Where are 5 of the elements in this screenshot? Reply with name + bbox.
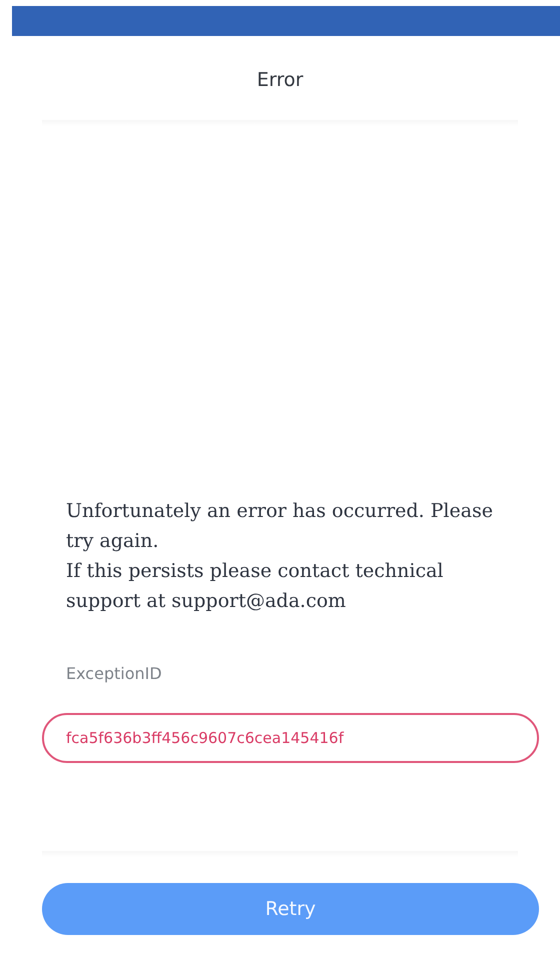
error-message: Unfortunately an error has occurred. Please try again. If this persists please contact technical support at support@ada.com bbox=[66, 499, 494, 614]
exception-id-field[interactable]: fca5f636b3ff456c9607c6cea145416f bbox=[42, 713, 539, 763]
retry-button[interactable]: Retry bbox=[42, 883, 539, 935]
field-label: ExceptionID bbox=[66, 664, 163, 683]
page-title: Error bbox=[256, 68, 304, 92]
